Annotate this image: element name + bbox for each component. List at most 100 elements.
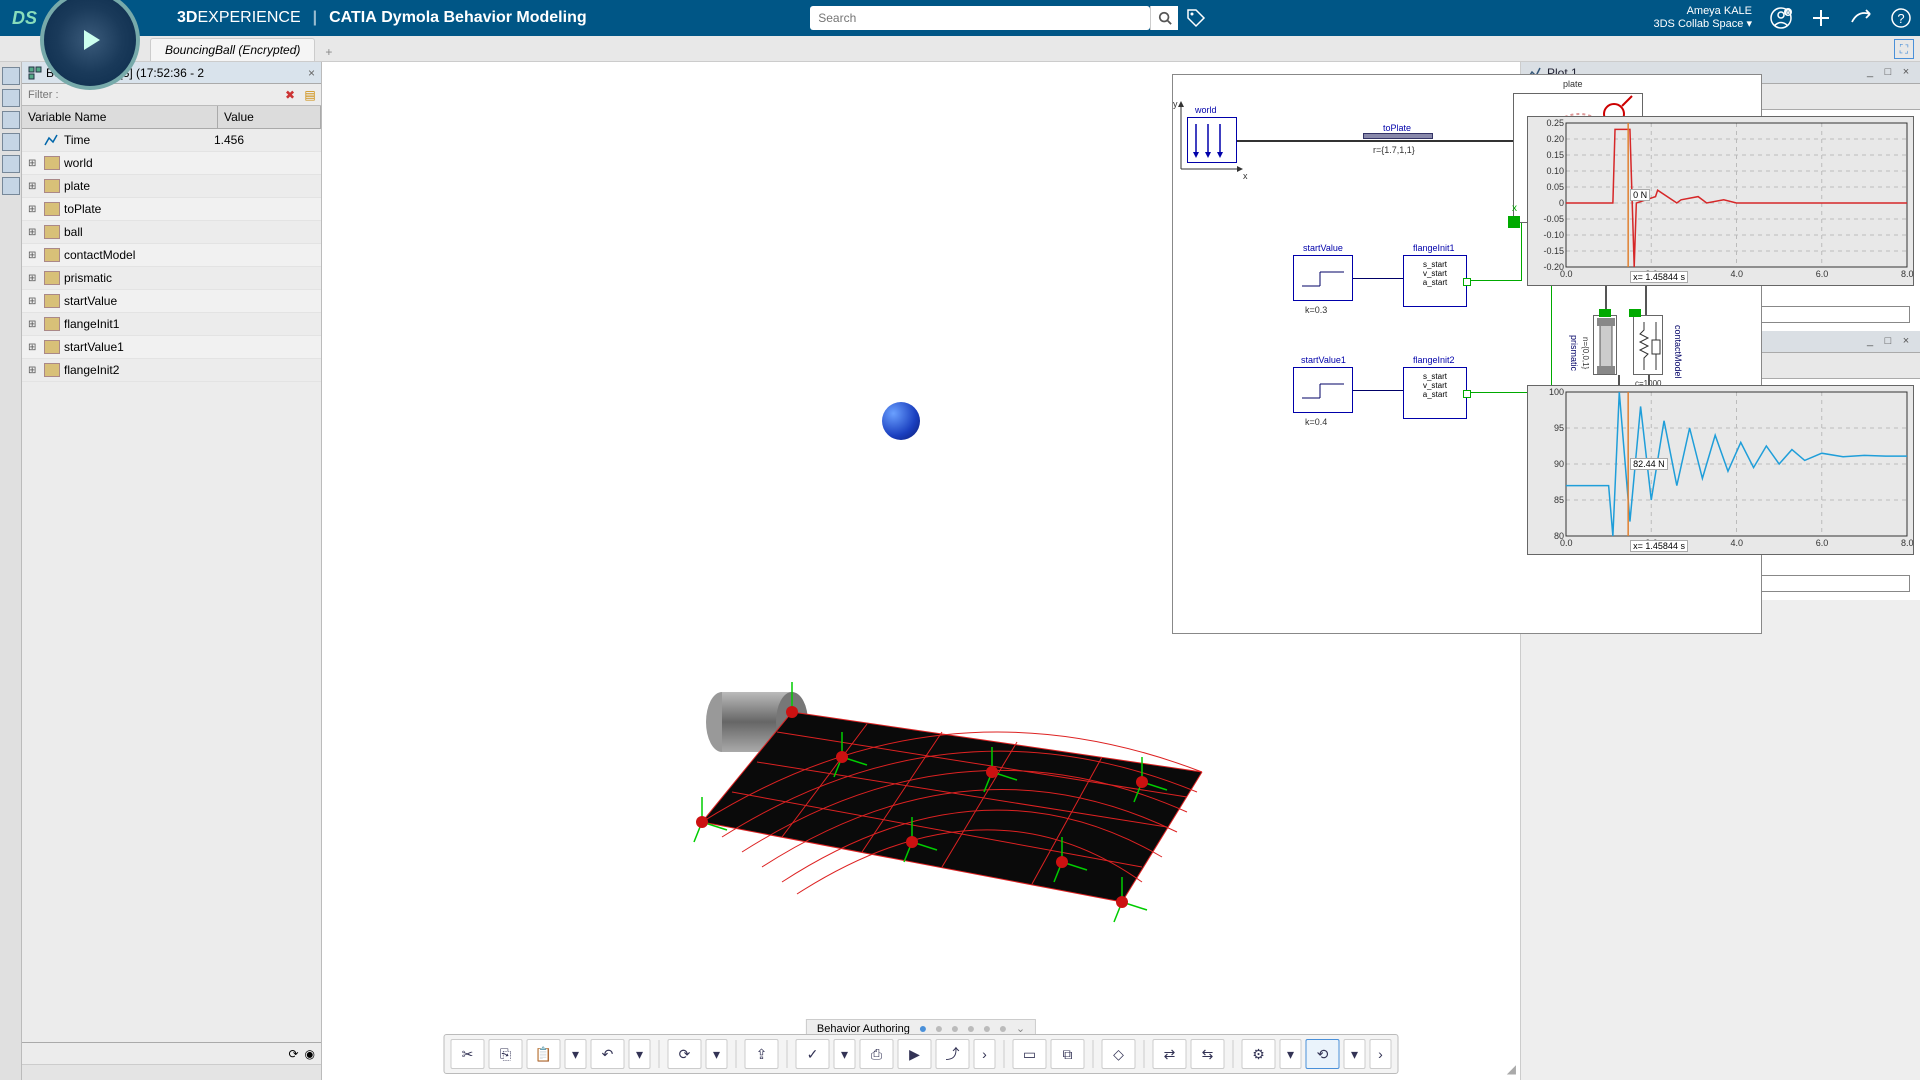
add-tab-button[interactable]: + [319,43,338,61]
expand-icon[interactable]: ⛶ [1894,39,1914,59]
expander-icon[interactable]: ⊞ [28,273,40,284]
viewport-3d[interactable]: plate x y world y x toPlate [322,62,1520,1080]
footer-icon-1[interactable]: ⟳ [288,1047,298,1061]
component-button[interactable]: ◇ [1102,1039,1136,1069]
col-value[interactable]: Value [218,106,321,128]
block-flangeinit1[interactable]: s_start v_start a_start [1403,255,1467,307]
tree-row-flangeInit2[interactable]: ⊞flangeInit2 [22,359,321,382]
filter-input[interactable] [22,89,281,101]
block-contactmodel[interactable] [1633,315,1663,375]
sync-button[interactable]: ⟲ [1306,1039,1340,1069]
tree-row-contactModel[interactable]: ⊞contactModel [22,244,321,267]
filter-clear-icon[interactable]: ✖ [281,86,299,104]
tree-row-startValue[interactable]: ⊞startValue [22,290,321,313]
rail-item-4[interactable] [2,133,20,151]
expander-icon[interactable]: ⊞ [28,319,40,330]
help-icon[interactable]: ? [1890,7,1912,29]
resize-grip-icon[interactable]: ◢ [1507,1062,1516,1076]
animate-button[interactable]: ⤴ [936,1039,970,1069]
page-dot-5[interactable] [984,1026,990,1032]
page-dot-4[interactable] [968,1026,974,1032]
tree-row-world[interactable]: ⊞world [22,152,321,175]
tab-bouncingball[interactable]: BouncingBall (Encrypted) [150,38,315,61]
settings-button[interactable]: ⚙ [1242,1039,1276,1069]
share-icon[interactable] [1850,7,1872,29]
expander-icon[interactable]: ⊞ [28,158,40,169]
view1-button[interactable]: ▭ [1013,1039,1047,1069]
rail-item-5[interactable] [2,155,20,173]
step-button[interactable]: › [974,1039,996,1069]
plot2-canvas[interactable]: 808590951000.02.04.06.08.082.44 Nx= 1.45… [1527,385,1914,555]
undo-button[interactable]: ↶ [591,1039,625,1069]
block-startvalue[interactable] [1293,255,1353,301]
maximize-icon[interactable]: □ [1880,66,1896,80]
footer-icon-2[interactable]: ◉ [305,1047,315,1061]
plot1-canvas[interactable]: -0.20-0.15-0.10-0.0500.050.100.150.200.2… [1527,116,1914,286]
block-toplate[interactable] [1363,133,1433,139]
expander-icon[interactable]: ⊞ [28,250,40,261]
copy-button[interactable]: ⎘ [489,1039,523,1069]
view2-button[interactable]: ⧉ [1051,1039,1085,1069]
user-block[interactable]: Ameya KALE 3DS Collab Space ▾ [1654,5,1752,31]
cut-button[interactable]: ✂ [451,1039,485,1069]
filter-settings-icon[interactable]: ▤ [301,86,319,104]
group-icon [44,317,60,331]
lbl-plate: plate [1563,79,1583,89]
expander-icon[interactable]: ⊞ [28,204,40,215]
tree-row-flangeInit1[interactable]: ⊞flangeInit1 [22,313,321,336]
tag-icon[interactable] [1186,8,1206,28]
rail-item-3[interactable] [2,111,20,129]
rail-item-6[interactable] [2,177,20,195]
user-icon[interactable]: 0 [1770,7,1792,29]
tree-row-Time[interactable]: Time1.456 [22,129,321,152]
search-button[interactable] [1150,6,1178,30]
simulate-button[interactable]: ▶ [898,1039,932,1069]
translate-button[interactable]: ⎙ [860,1039,894,1069]
expander-icon[interactable]: ⊞ [28,365,40,376]
tree-list[interactable]: Time1.456⊞world⊞plate⊞toPlate⊞ball⊞conta… [22,129,321,1042]
check-button[interactable]: ✓ [796,1039,830,1069]
page-dot-2[interactable] [936,1026,942,1032]
page-dot-6[interactable] [1000,1026,1006,1032]
next-button[interactable]: › [1370,1039,1392,1069]
block-startvalue1[interactable] [1293,367,1353,413]
sync-dropdown[interactable]: ▾ [1344,1039,1366,1069]
block-flangeinit2[interactable]: s_start v_start a_start [1403,367,1467,419]
minimize-icon[interactable]: _ [1862,335,1878,349]
maximize-icon[interactable]: □ [1880,335,1896,349]
expander-icon[interactable]: ⊞ [28,296,40,307]
link1-button[interactable]: ⇄ [1153,1039,1187,1069]
check-dropdown[interactable]: ▾ [834,1039,856,1069]
paste-dropdown[interactable]: ▾ [565,1039,587,1069]
page-dot-1[interactable] [920,1026,926,1032]
expander-icon[interactable]: ⊞ [28,342,40,353]
col-variable-name[interactable]: Variable Name [22,106,218,128]
tree-row-toPlate[interactable]: ⊞ toPlate [22,198,321,221]
link2-button[interactable]: ⇆ [1191,1039,1225,1069]
close-icon[interactable]: × [308,66,315,80]
refresh-button[interactable]: ⟳ [668,1039,702,1069]
expander-icon[interactable]: ⊞ [28,181,40,192]
tree-row-prismatic[interactable]: ⊞prismatic [22,267,321,290]
block-prismatic[interactable] [1593,315,1617,375]
compass-icon[interactable] [40,0,140,90]
sidebar-scrollbar[interactable] [22,1064,321,1080]
tree-row-ball[interactable]: ⊞ball [22,221,321,244]
rail-item-2[interactable] [2,89,20,107]
page-dot-3[interactable] [952,1026,958,1032]
share-button[interactable]: ⇪ [745,1039,779,1069]
plus-icon[interactable] [1810,7,1832,29]
expander-icon[interactable]: ⊞ [28,227,40,238]
paste-button[interactable]: 📋 [527,1039,561,1069]
close-icon[interactable]: × [1898,335,1914,349]
undo-dropdown[interactable]: ▾ [629,1039,651,1069]
close-icon[interactable]: × [1898,66,1914,80]
rail-item-1[interactable] [2,67,20,85]
settings-dropdown[interactable]: ▾ [1280,1039,1302,1069]
tree-row-startValue1[interactable]: ⊞startValue1 [22,336,321,359]
refresh-dropdown[interactable]: ▾ [706,1039,728,1069]
search-input[interactable] [810,6,1150,30]
tree-label: toPlate [64,202,214,216]
minimize-icon[interactable]: _ [1862,66,1878,80]
tree-row-plate[interactable]: ⊞plate [22,175,321,198]
